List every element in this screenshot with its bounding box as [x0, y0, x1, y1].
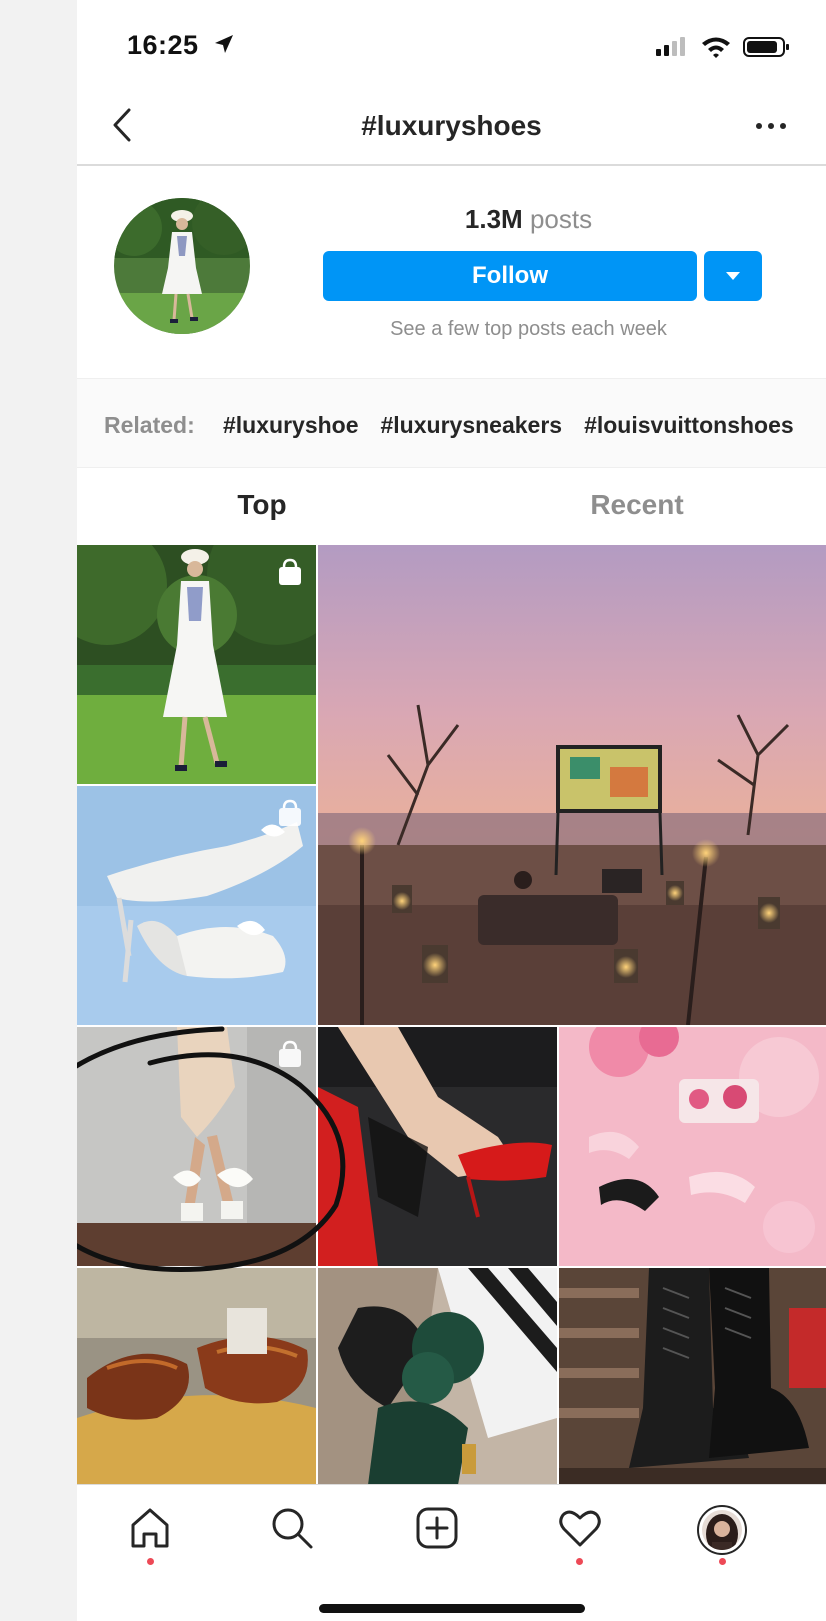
profile-avatar[interactable]: [697, 1505, 747, 1555]
related-tag-link[interactable]: #luxurysneakers: [381, 412, 563, 438]
search-icon[interactable]: [269, 1505, 315, 1551]
post-thumbnail[interactable]: [77, 545, 316, 784]
related-tags: #luxuryshoe #luxurysneakers #louisvuittons…: [223, 412, 816, 439]
home-notification-dot: [147, 1558, 154, 1565]
post-count-value: 1.3M: [464, 204, 523, 234]
hand-drawn-circle-annotation: [77, 1026, 346, 1273]
wifi-icon: [702, 37, 730, 58]
home-icon[interactable]: [127, 1505, 173, 1551]
posts-grid: [77, 545, 826, 1485]
related-tag-link[interactable]: #louisvuittonshoes: [584, 412, 794, 438]
post-count-label: posts: [529, 204, 593, 234]
signal-icon: [656, 37, 685, 56]
location-arrow-icon: [215, 35, 233, 53]
post-thumbnail[interactable]: [318, 545, 826, 1025]
post-thumbnail[interactable]: [318, 1268, 557, 1485]
hashtag-profile: 1.3M posts Follow See a few top posts ea…: [77, 168, 826, 378]
activity-notification-dot: [576, 1558, 583, 1565]
heart-icon[interactable]: [557, 1505, 603, 1551]
home-indicator: [319, 1604, 585, 1613]
feed-tabs: Top Recent: [77, 469, 826, 545]
page-title: #luxuryshoes: [361, 110, 542, 141]
follow-hint: See a few top posts each week: [390, 318, 667, 340]
caret-down-icon: [726, 272, 740, 280]
follow-dropdown-button[interactable]: [704, 251, 762, 301]
add-post-icon[interactable]: [414, 1505, 460, 1551]
post-thumbnail[interactable]: [77, 1268, 316, 1485]
post-thumbnail[interactable]: [559, 1268, 826, 1485]
hashtag-avatar: [114, 198, 250, 334]
bottom-tab-bar: [77, 1484, 826, 1621]
post-thumbnail[interactable]: [559, 1027, 826, 1266]
related-tag-link[interactable]: #luxuryshoe: [223, 412, 359, 438]
status-icons: [656, 37, 789, 58]
post-count: 1.3M posts: [317, 204, 740, 235]
profile-notification-dot: [719, 1558, 726, 1565]
shopping-bag-icon: [279, 799, 301, 826]
shopping-bag-icon: [279, 558, 301, 585]
post-thumbnail[interactable]: [77, 786, 316, 1025]
tab-top[interactable]: Top: [197, 489, 327, 521]
battery-icon: [743, 37, 789, 57]
related-tags-bar: Related: #luxuryshoe #luxurysneakers #loui…: [77, 378, 826, 468]
more-options-icon[interactable]: [751, 116, 791, 136]
status-time: 16:25: [127, 30, 199, 60]
related-label: Related:: [104, 412, 195, 438]
tab-recent[interactable]: Recent: [557, 489, 717, 521]
nav-header: #luxuryshoes: [77, 96, 826, 166]
follow-button[interactable]: Follow: [323, 251, 697, 301]
phone-screen: 16:25 #luxuryshoes 1.3M posts Follow See…: [77, 0, 826, 1621]
